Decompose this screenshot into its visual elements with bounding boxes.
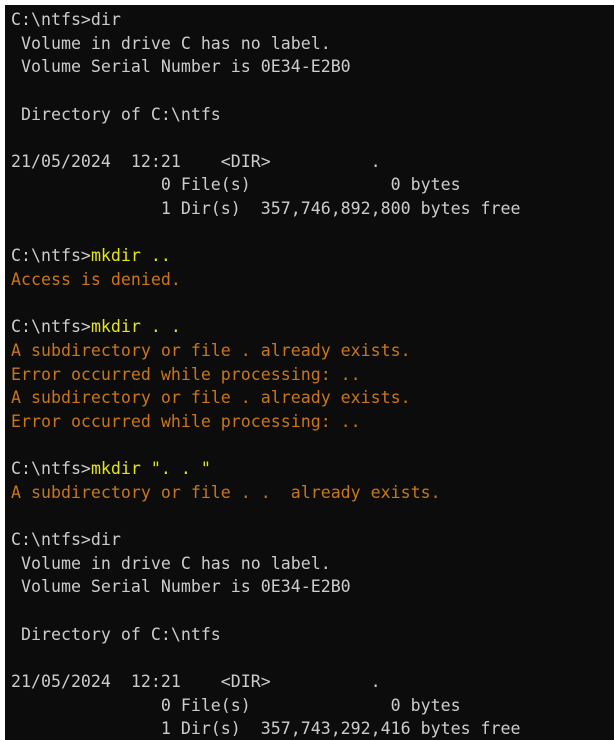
- terminal-line: 21/05/2024 12:21 <DIR> .: [11, 150, 614, 174]
- output-text: C:\ntfs>dir: [11, 10, 121, 29]
- command-text: mkdir ". . ": [90, 459, 211, 479]
- output-text: Volume Serial Number is 0E34-E2B0: [11, 577, 351, 597]
- output-text: 1 Dir(s) 357,743,292,416 bytes free: [11, 719, 521, 739]
- terminal-line: Volume Serial Number is 0E34-E2B0: [11, 55, 614, 79]
- output-text: C:\ntfs>: [11, 246, 91, 266]
- terminal-line: 0 File(s) 0 bytes: [11, 173, 614, 197]
- error-text: A subdirectory or file . already exists.: [11, 388, 411, 408]
- terminal-line: Error occurred while processing: ..: [11, 410, 614, 434]
- output-text: 21/05/2024 12:21 <DIR> .: [11, 151, 381, 171]
- output-text: Directory of C:\ntfs: [11, 624, 221, 644]
- command-text: mkdir ..: [90, 246, 171, 266]
- output-text: C:\ntfs>: [11, 459, 91, 479]
- terminal-line: Access is denied.: [11, 268, 614, 292]
- output-text: 0 File(s) 0 bytes: [11, 175, 461, 195]
- terminal-line: A subdirectory or file . . already exist…: [11, 481, 614, 505]
- terminal-window[interactable]: C:\ntfs>dir Volume in drive C has no lab…: [5, 5, 614, 740]
- terminal-line: C:\ntfs>mkdir ..: [11, 244, 614, 268]
- error-text: Error occurred while processing: ..: [11, 364, 361, 384]
- terminal-line: C:\ntfs>mkdir . .: [11, 315, 614, 339]
- output-text: C:\ntfs>: [11, 317, 91, 337]
- terminal-line: Volume in drive C has no label.: [11, 32, 614, 56]
- terminal-line: A subdirectory or file . already exists.: [11, 386, 614, 410]
- terminal-line: Volume Serial Number is 0E34-E2B0: [11, 575, 614, 599]
- terminal-line: A subdirectory or file . already exists.: [11, 339, 614, 363]
- command-text: mkdir . .: [90, 317, 181, 337]
- output-text: 1 Dir(s) 357,746,892,800 bytes free: [11, 199, 521, 219]
- output-text: C:\ntfs>dir: [11, 530, 121, 550]
- error-text: A subdirectory or file . . already exist…: [11, 482, 441, 502]
- terminal-line: 0 File(s) 0 bytes: [11, 694, 614, 718]
- terminal-line: Volume in drive C has no label.: [11, 552, 614, 576]
- output-text: 0 File(s) 0 bytes: [11, 695, 461, 715]
- output-text: Volume in drive C has no label.: [11, 553, 331, 573]
- output-text: Volume in drive C has no label.: [11, 33, 331, 53]
- terminal-line: C:\ntfs>dir: [11, 528, 614, 552]
- terminal-line: C:\ntfs>mkdir ". . ": [11, 457, 614, 481]
- terminal-output: C:\ntfs>dir Volume in drive C has no lab…: [11, 8, 614, 740]
- terminal-line: 1 Dir(s) 357,746,892,800 bytes free: [11, 197, 614, 221]
- terminal-line: Directory of C:\ntfs: [11, 103, 614, 127]
- terminal-line: Error occurred while processing: ..: [11, 363, 614, 387]
- output-text: Volume Serial Number is 0E34-E2B0: [11, 57, 351, 77]
- error-text: Error occurred while processing: ..: [11, 411, 361, 431]
- error-text: Access is denied.: [11, 270, 181, 290]
- terminal-line: 21/05/2024 12:21 <DIR> .: [11, 670, 614, 694]
- error-text: A subdirectory or file . already exists.: [11, 340, 411, 360]
- output-text: 21/05/2024 12:21 <DIR> .: [11, 671, 381, 691]
- terminal-line: C:\ntfs>dir: [11, 8, 614, 32]
- terminal-line: 1 Dir(s) 357,743,292,416 bytes free: [11, 717, 614, 740]
- output-text: Directory of C:\ntfs: [11, 104, 221, 124]
- terminal-line: Directory of C:\ntfs: [11, 623, 614, 647]
